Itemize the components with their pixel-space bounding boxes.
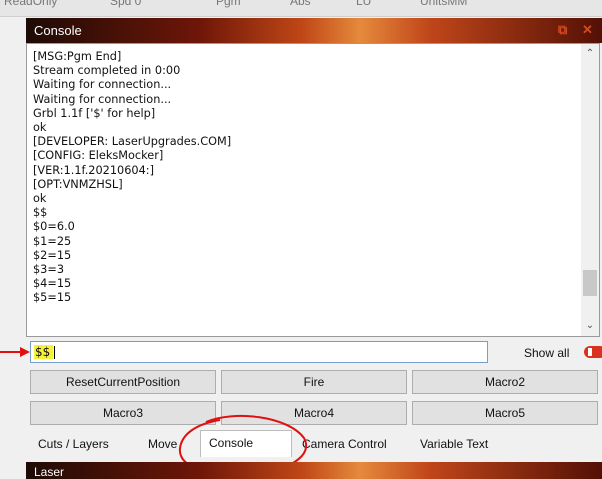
panel-tabs: Cuts / Layers Move Console Camera Contro… xyxy=(30,430,602,457)
console-line: $0=6.0 xyxy=(33,220,75,234)
toolbar-item: LU xyxy=(356,0,372,8)
fire-button[interactable]: Fire xyxy=(221,370,407,394)
console-line: $3=3 xyxy=(33,263,65,277)
console-line: [DEVELOPER: LaserUpgrades.COM] xyxy=(33,135,232,149)
console-scrollbar[interactable]: ⌃ ⌄ xyxy=(581,44,599,336)
console-line: $4=15 xyxy=(33,277,72,291)
command-input-value: $$ xyxy=(34,345,54,359)
reset-current-position-button[interactable]: ResetCurrentPosition xyxy=(30,370,216,394)
macro3-button[interactable]: Macro3 xyxy=(30,401,216,425)
laser-panel-titlebar[interactable]: Laser xyxy=(26,462,602,479)
toolbar-item: Spd 0 xyxy=(110,0,142,8)
macro5-button[interactable]: Macro5 xyxy=(412,401,598,425)
console-line: [MSG:Pgm End] xyxy=(33,50,122,63)
toolbar-item: Pgm xyxy=(216,0,241,8)
show-all-toggle[interactable] xyxy=(584,346,602,358)
console-line: $5=15 xyxy=(33,291,72,305)
toolbar-item: UnitsMM xyxy=(420,0,468,8)
top-toolbar-strip: ReadOnly Spd 0 Pgm Abs LU UnitsMM xyxy=(0,0,602,17)
tab-console[interactable]: Console xyxy=(200,430,292,457)
console-line: $$ xyxy=(33,206,48,220)
macro2-button[interactable]: Macro2 xyxy=(412,370,598,394)
macro4-button[interactable]: Macro4 xyxy=(221,401,407,425)
close-icon[interactable]: ✕ xyxy=(582,22,593,38)
tab-cuts-layers[interactable]: Cuts / Layers xyxy=(30,432,117,456)
command-input[interactable]: $$ xyxy=(30,341,488,363)
tab-camera-control[interactable]: Camera Control xyxy=(294,432,395,456)
text-cursor xyxy=(54,346,56,359)
console-line: $2=15 xyxy=(33,248,72,262)
toolbar-item: ReadOnly xyxy=(4,0,58,8)
tab-variable-text[interactable]: Variable Text xyxy=(412,432,496,456)
console-line: Waiting for connection... xyxy=(33,92,172,106)
scroll-down-icon[interactable]: ⌄ xyxy=(581,318,599,334)
console-line: $1=25 xyxy=(33,234,72,248)
toggle-knob xyxy=(588,348,592,356)
scroll-up-icon[interactable]: ⌃ xyxy=(581,46,599,62)
console-line: Grbl 1.1f ['$' for help] xyxy=(33,106,156,120)
console-output-lines: [MSG:Pgm End] Stream completed in 0:00 Wai… xyxy=(33,50,573,306)
console-output[interactable]: [MSG:Pgm End] Stream completed in 0:00 Wai… xyxy=(26,43,600,337)
console-line: ok xyxy=(33,192,47,206)
console-line: ok xyxy=(33,121,47,135)
show-all-label: Show all xyxy=(524,346,570,360)
console-panel-titlebar[interactable]: Console ⧉ ✕ xyxy=(26,18,602,43)
console-line: Waiting for connection... xyxy=(33,78,172,92)
restore-window-icon[interactable]: ⧉ xyxy=(558,22,567,38)
console-line: Stream completed in 0:00 xyxy=(33,64,181,78)
scrollbar-thumb[interactable] xyxy=(583,270,597,296)
console-panel-title: Console xyxy=(34,23,82,38)
console-line: [CONFIG: EleksMocker] xyxy=(33,149,164,163)
toolbar-item: Abs xyxy=(290,0,311,8)
annotation-arrow-icon xyxy=(0,347,30,357)
console-line: [OPT:VNMZHSL] xyxy=(33,177,123,191)
laser-panel-title: Laser xyxy=(34,465,65,479)
console-line: [VER:1.1f.20210604:] xyxy=(33,163,155,177)
tab-move[interactable]: Move xyxy=(140,432,185,456)
